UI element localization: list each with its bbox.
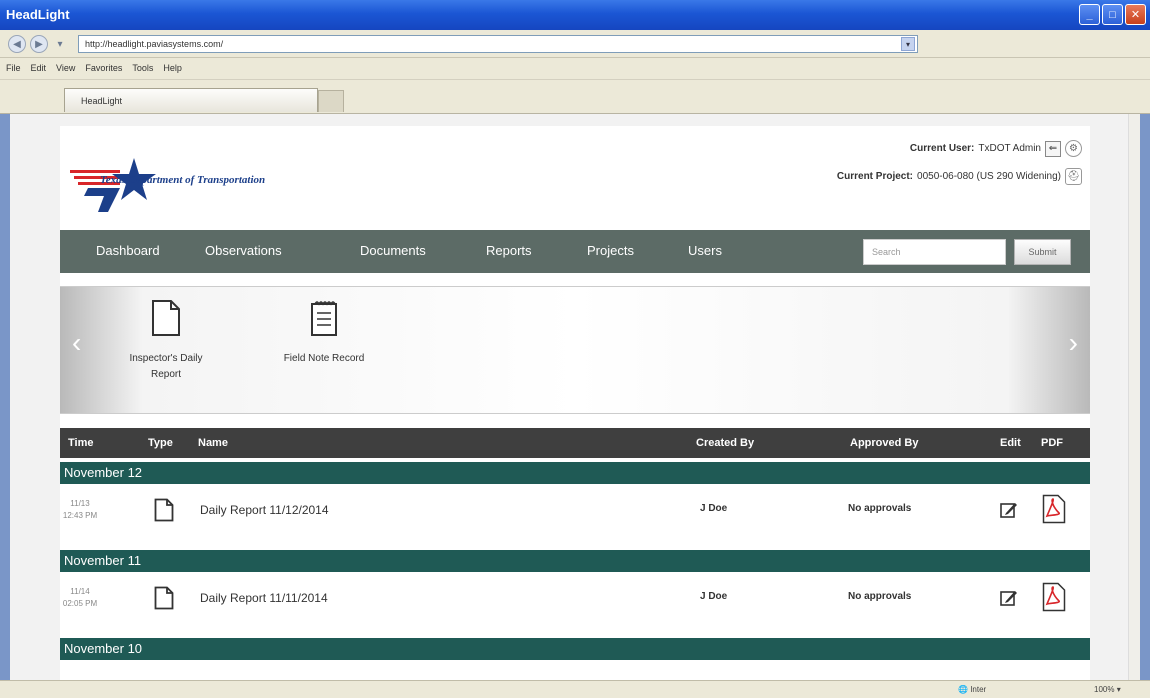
security-zone: 🌐 Inter <box>958 685 987 694</box>
row-approved-by: No approvals <box>848 503 912 514</box>
address-bar: ◀ ▶ ▾ http://headlight.paviasystems.com/… <box>0 30 1150 58</box>
globe-icon: 🌐 <box>958 685 968 694</box>
row-name[interactable]: Daily Report 11/11/2014 <box>200 591 328 605</box>
hardhat-button[interactable]: ⛑ <box>1065 168 1082 185</box>
menu-tools[interactable]: Tools <box>132 63 153 74</box>
nav-projects[interactable]: Projects <box>587 243 634 258</box>
group-header: November 11 <box>60 550 1090 572</box>
row-created-by: J Doe <box>700 591 728 602</box>
submit-button[interactable]: Submit <box>1014 239 1071 265</box>
col-pdf: PDF <box>1041 437 1063 449</box>
tab-label: HeadLight <box>81 96 123 106</box>
logo-text: Texas Department of Transportation <box>100 174 266 186</box>
chevron-right-icon: › <box>1068 327 1078 358</box>
row-name[interactable]: Daily Report 11/12/2014 <box>200 503 329 517</box>
col-approved-by[interactable]: Approved By <box>850 437 918 449</box>
vertical-scrollbar[interactable] <box>1128 114 1140 680</box>
window-title: HeadLight <box>6 7 70 22</box>
logout-button[interactable]: ⇐ <box>1045 140 1061 157</box>
chevron-left-icon: ‹ <box>72 327 82 358</box>
col-created-by[interactable]: Created By <box>696 437 754 449</box>
menu-edit[interactable]: Edit <box>31 63 47 74</box>
nav-observations[interactable]: Observations <box>205 243 282 258</box>
url-dropdown-button[interactable]: ▾ <box>901 37 915 51</box>
nav-dashboard[interactable]: Dashboard <box>96 243 160 258</box>
zoom-level[interactable]: 100% ▾ <box>1094 685 1121 694</box>
form-field-note-record[interactable]: Field Note Record <box>266 299 382 367</box>
document-icon <box>152 300 180 336</box>
form-inspectors-daily-report[interactable]: Inspector's Daily Report <box>118 299 214 383</box>
chevron-down-icon: ▾ <box>57 38 63 50</box>
page-viewport: Texas Department of Transportation Curre… <box>10 114 1140 680</box>
chevron-down-icon: ▾ <box>905 39 910 49</box>
form-label: Inspector's Daily Report <box>129 353 203 380</box>
col-name[interactable]: Name <box>198 437 228 449</box>
notepad-icon <box>311 301 337 336</box>
group-header: November 12 <box>60 462 1090 484</box>
window-titlebar: HeadLight _ □ ✕ <box>0 0 1150 30</box>
document-icon <box>154 498 174 522</box>
current-user: Current User: TxDOT Admin ⇐ ⚙ <box>910 140 1082 157</box>
col-edit: Edit <box>1000 437 1021 449</box>
main-nav: Dashboard Observations Documents Reports… <box>60 230 1090 273</box>
form-carousel: ‹ › Inspector's Daily Report Field Note … <box>60 286 1090 414</box>
document-icon <box>154 586 174 610</box>
table-row[interactable]: 11/14 02:05 PM Daily Report 11/11/2014 J… <box>60 576 1090 620</box>
hardhat-icon: ⛑ <box>1067 171 1080 182</box>
current-project-value: 0050-06-080 (US 290 Widening) <box>917 171 1061 182</box>
new-tab-button[interactable] <box>318 90 344 112</box>
minimize-button[interactable]: _ <box>1079 4 1100 25</box>
nav-reports[interactable]: Reports <box>486 243 532 258</box>
menu-file[interactable]: File <box>6 63 21 74</box>
group-header: November 10 <box>60 638 1090 660</box>
carousel-next-button[interactable]: › <box>1069 327 1078 359</box>
close-button[interactable]: ✕ <box>1125 4 1146 25</box>
row-approved-by: No approvals <box>848 591 912 602</box>
edit-icon[interactable] <box>1000 589 1018 607</box>
back-arrow-icon: ◀ <box>13 38 21 50</box>
current-project-label: Current Project: <box>836 171 914 182</box>
nav-documents[interactable]: Documents <box>360 243 426 258</box>
maximize-button[interactable]: □ <box>1102 4 1123 25</box>
arrow-left-icon: ⇐ <box>1048 143 1058 154</box>
carousel-prev-button[interactable]: ‹ <box>72 327 81 359</box>
table-row[interactable]: 11/13 12:43 PM Daily Report 11/12/2014 J… <box>60 488 1090 532</box>
menu-bar: File Edit View Favorites Tools Help <box>0 58 1150 80</box>
nav-users[interactable]: Users <box>688 243 722 258</box>
row-time: 11/13 12:43 PM <box>62 499 98 520</box>
current-project: Current Project: 0050-06-080 (US 290 Wid… <box>837 168 1082 185</box>
settings-button[interactable]: ⚙ <box>1065 140 1082 157</box>
menu-view[interactable]: View <box>56 63 75 74</box>
status-bar: 🌐 Inter 100% ▾ <box>0 680 1150 698</box>
form-label: Field Note Record <box>283 353 365 364</box>
back-button[interactable]: ◀ <box>8 35 26 53</box>
row-created-by: J Doe <box>700 503 728 514</box>
edit-icon[interactable] <box>1000 501 1018 519</box>
history-dropdown[interactable]: ▾ <box>54 35 66 53</box>
tab-bar: HeadLight <box>0 80 1150 114</box>
col-type[interactable]: Type <box>148 437 173 449</box>
forward-button[interactable]: ▶ <box>30 35 48 53</box>
current-user-label: Current User: <box>909 143 975 154</box>
forward-arrow-icon: ▶ <box>35 38 43 50</box>
pdf-icon[interactable] <box>1042 494 1066 524</box>
menu-help[interactable]: Help <box>163 63 182 74</box>
row-time: 11/14 02:05 PM <box>62 587 98 608</box>
col-time[interactable]: Time <box>68 437 93 449</box>
table-row[interactable] <box>60 664 1090 680</box>
search-input[interactable]: Search <box>863 239 1006 265</box>
url-text: http://headlight.paviasystems.com/ <box>85 39 224 49</box>
gear-icon: ⚙ <box>1069 143 1078 154</box>
pdf-icon[interactable] <box>1042 582 1066 612</box>
current-user-value: TxDOT Admin <box>978 143 1041 154</box>
menu-favorites[interactable]: Favorites <box>85 63 122 74</box>
table-header: Time Type Name Created By Approved By Ed… <box>60 428 1090 458</box>
window-controls: _ □ ✕ <box>1079 4 1146 25</box>
page-content: Texas Department of Transportation Curre… <box>60 126 1090 680</box>
url-field[interactable]: http://headlight.paviasystems.com/ ▾ <box>78 35 918 53</box>
tab-headlight[interactable]: HeadLight <box>64 88 318 112</box>
